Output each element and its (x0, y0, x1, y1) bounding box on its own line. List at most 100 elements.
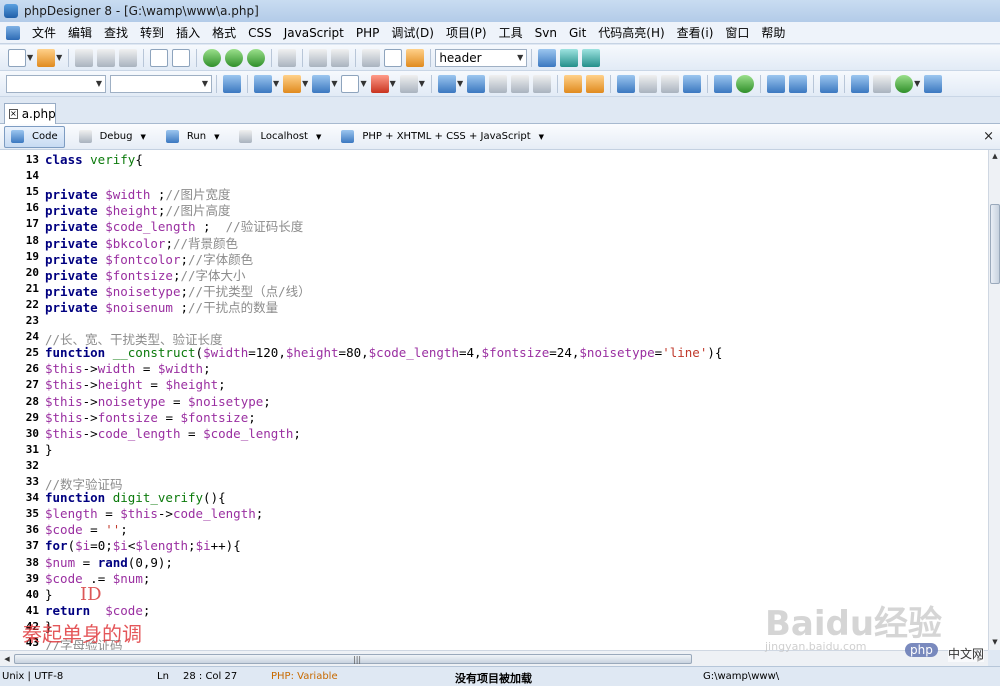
scrollbar-thumb[interactable]: ||| (14, 654, 692, 664)
folder-icon[interactable] (820, 74, 839, 93)
checkbox-icon[interactable] (683, 74, 702, 93)
tab-a-php[interactable]: × a.php (4, 103, 56, 124)
code-line[interactable]: 22 private $noisenum ;//干扰点的数量 (0, 297, 988, 315)
code-line[interactable]: 39 $code .= $num; (0, 571, 988, 587)
code-line[interactable]: 30 $this->code_length = $code_length; (0, 426, 988, 442)
menu-file[interactable]: 文件 (26, 24, 62, 41)
code-editor[interactable]: 13 class verify{14 15 private $width ;//图片宽… (0, 150, 988, 650)
menu-format[interactable]: 格式 (206, 24, 242, 41)
uncomment-icon[interactable] (511, 74, 530, 93)
chevron-down-icon[interactable]: ▼ (273, 79, 279, 88)
code-line[interactable]: 37 for($i=0;$i<$length;$i++){ (0, 538, 988, 554)
chevron-down-icon[interactable]: ▼ (914, 79, 920, 88)
go-arrow-icon[interactable] (538, 48, 557, 67)
indent-icon[interactable] (437, 74, 456, 93)
find-icon[interactable] (560, 48, 579, 67)
menu-css[interactable]: CSS (242, 26, 278, 40)
code-line[interactable]: 21 private $noisetype;//干扰类型（点/线） (0, 281, 988, 299)
save-all-icon[interactable] (119, 48, 138, 67)
code-mode-button[interactable]: Code (4, 125, 65, 148)
paste-icon[interactable] (406, 48, 425, 67)
menu-goto[interactable]: 转到 (134, 24, 170, 41)
menu-window[interactable]: 窗口 (719, 24, 755, 41)
code-line[interactable]: 17 private $code_length ; //验证码长度 (0, 216, 988, 234)
code-line[interactable]: 13 class verify{ (0, 152, 988, 168)
menu-debug[interactable]: 调试(D) (385, 24, 440, 41)
code-view-icon[interactable] (851, 74, 870, 93)
save-as-icon[interactable] (97, 48, 116, 67)
function-combo[interactable]: ▼ (110, 74, 212, 93)
globe-browser-icon[interactable] (225, 48, 244, 67)
chevron-down-icon[interactable]: ▼ (56, 53, 62, 62)
chart-icon[interactable] (399, 74, 418, 93)
menu-git[interactable]: Git (563, 26, 592, 40)
chevron-down-icon[interactable]: ▼ (27, 53, 33, 62)
open-folder-icon[interactable] (37, 48, 56, 67)
chevron-down-icon[interactable]: ▼ (457, 79, 463, 88)
comment-icon[interactable] (489, 74, 508, 93)
chevron-down-icon[interactable]: ▼ (360, 79, 366, 88)
scroll-down-icon[interactable]: ▼ (989, 636, 1000, 648)
chevron-down-icon[interactable]: ▼ (141, 133, 146, 141)
image-placeholder-icon[interactable] (639, 74, 658, 93)
menu-view[interactable]: 查看(i) (671, 24, 720, 41)
menu-help[interactable]: 帮助 (755, 24, 791, 41)
code-line[interactable]: 26 $this->width = $width; (0, 361, 988, 377)
menu-find[interactable]: 查找 (98, 24, 134, 41)
save-icon[interactable] (75, 48, 94, 67)
copy-icon[interactable] (384, 48, 403, 67)
font-combo[interactable]: ▼ (6, 74, 106, 93)
code-line[interactable]: 33//数字验证码 (0, 474, 988, 492)
chevron-down-icon[interactable]: ▼ (214, 133, 219, 141)
code-line[interactable]: 15 private $width ;//图片宽度 (0, 184, 988, 202)
menu-svn[interactable]: Svn (529, 26, 563, 40)
code-line[interactable]: 24//长、宽、干扰类型、验证长度 (0, 329, 988, 347)
code-line[interactable]: 19 private $fontcolor;//字体颜色 (0, 249, 988, 267)
undo-icon[interactable] (309, 48, 328, 67)
close-icon[interactable]: × (983, 129, 994, 144)
debug-button[interactable]: Debug ▼ (73, 126, 152, 148)
code-line[interactable]: 27 $this->height = $height; (0, 377, 988, 393)
outdent-icon[interactable] (467, 74, 486, 93)
chevron-down-icon[interactable]: ▼ (419, 79, 425, 88)
scroll-up-icon[interactable]: ▲ (989, 150, 1000, 162)
chevron-down-icon[interactable]: ▼ (517, 53, 523, 62)
settings-icon[interactable] (312, 74, 331, 93)
code-line[interactable]: 36 $code = ''; (0, 522, 988, 538)
chevron-down-icon[interactable]: ▼ (96, 79, 102, 88)
menu-tools[interactable]: 工具 (493, 24, 529, 41)
code-line[interactable]: 28 $this->noisetype = $noisetype; (0, 394, 988, 410)
redo-icon[interactable] (331, 48, 350, 67)
preview-icon[interactable] (247, 48, 266, 67)
run-button[interactable]: Run ▼ (160, 126, 226, 148)
table-icon[interactable] (254, 74, 272, 93)
menu-highlight[interactable]: 代码高亮(H) (592, 24, 670, 41)
code-line[interactable]: 31} (0, 442, 988, 458)
color-picker-icon[interactable] (370, 74, 389, 93)
close-file-icon[interactable] (150, 48, 169, 67)
chevron-down-icon[interactable]: ▼ (316, 133, 321, 141)
tag-icon[interactable] (223, 74, 241, 93)
chevron-down-icon[interactable]: ▼ (331, 79, 337, 88)
code-line[interactable]: 35 $length = $this->code_length; (0, 506, 988, 522)
menu-insert[interactable]: 插入 (170, 24, 206, 41)
menu-project[interactable]: 项目(P) (440, 24, 493, 41)
frame-icon[interactable] (617, 74, 636, 93)
code-line[interactable]: 32 (0, 458, 988, 474)
code-line[interactable]: 29 $this->fontsize = $fontsize; (0, 410, 988, 426)
chevron-down-icon[interactable]: ▼ (390, 79, 396, 88)
link-icon[interactable] (714, 74, 733, 93)
chevron-down-icon[interactable]: ▼ (539, 133, 544, 141)
close-all-icon[interactable] (172, 48, 191, 67)
image-list-icon[interactable] (661, 74, 680, 93)
code-line[interactable]: 14 (0, 168, 988, 184)
grid-icon[interactable] (767, 74, 786, 93)
spell-check-icon[interactable] (586, 74, 605, 93)
close-icon[interactable]: × (9, 109, 18, 119)
menu-javascript[interactable]: JavaScript (278, 26, 350, 40)
print-icon[interactable] (278, 48, 297, 67)
code-line[interactable]: 38 $num = rand(0,9); (0, 555, 988, 571)
publish-icon[interactable] (895, 74, 914, 93)
code-line[interactable]: 25 function __construct($width=120,$heigh… (0, 345, 988, 361)
globe-icon[interactable] (203, 48, 222, 67)
